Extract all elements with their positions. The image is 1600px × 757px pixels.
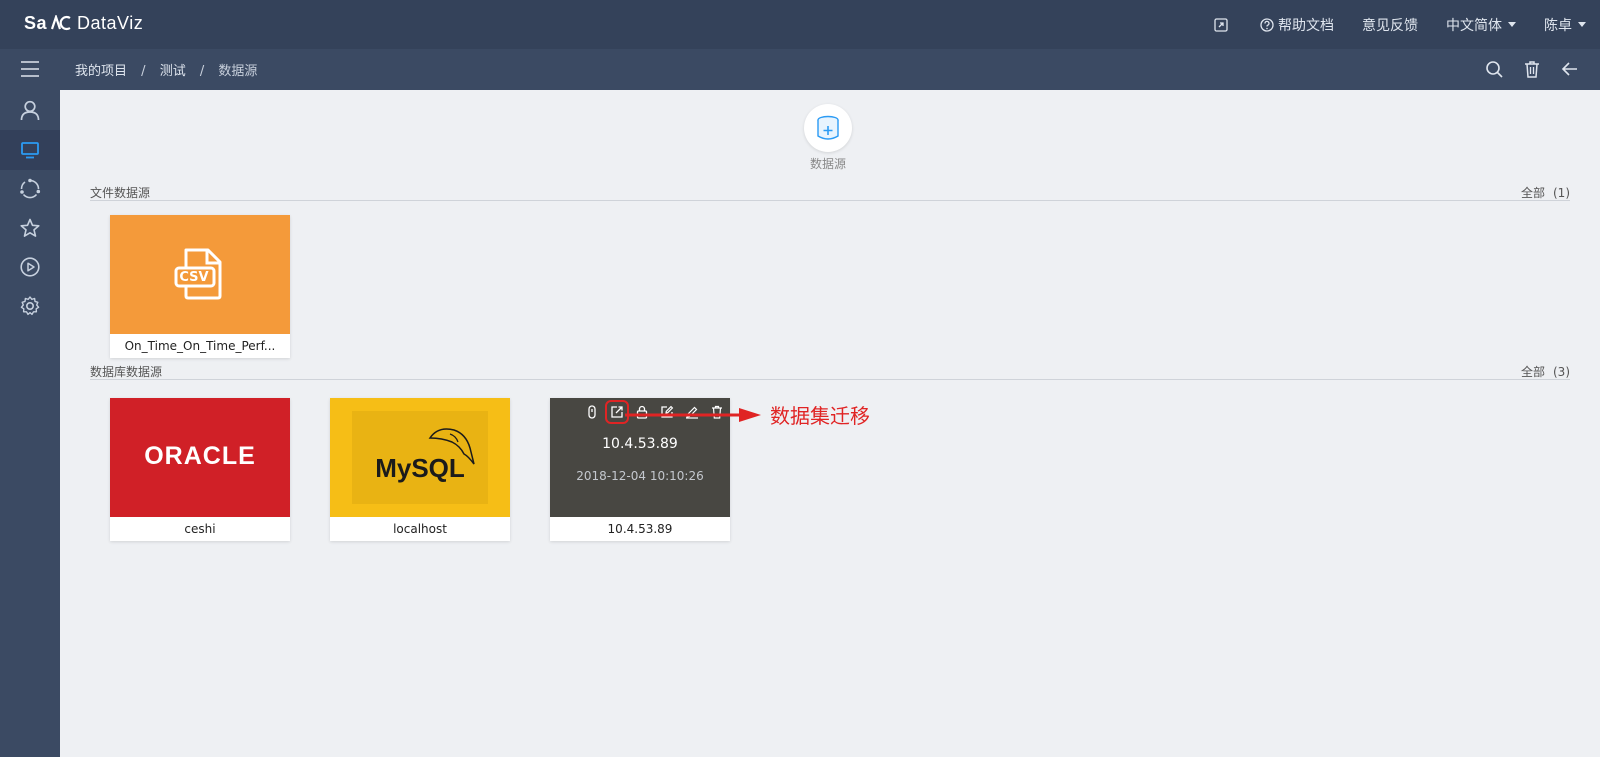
card-name: On_Time_On_Time_Perf... — [124, 339, 276, 353]
show-all-label: 全部 — [1520, 365, 1545, 379]
nav-item-favorites[interactable] — [0, 208, 60, 248]
card-thumbnail: MySQL — [330, 398, 510, 517]
annotation-arrow — [625, 408, 761, 422]
breadcrumb: 我的项目 / 测试 / 数据源 — [75, 60, 257, 79]
user-menu[interactable]: 陈卓 — [1544, 15, 1586, 35]
fullscreen-button[interactable] — [1214, 17, 1232, 32]
language-label: 中文简体 — [1446, 17, 1502, 34]
usb-icon — [588, 405, 596, 419]
datasource-card-oracle[interactable]: ORACLE ceshi — [110, 398, 290, 541]
logo-mark: Sa — [24, 13, 48, 33]
add-datasource-label: 数据源 — [809, 157, 846, 171]
nav-item-play[interactable] — [0, 247, 60, 287]
feedback-label: 意见反馈 — [1362, 17, 1418, 34]
show-all-file-link[interactable]: 全部 (1) — [1521, 184, 1570, 201]
nav-item-user[interactable] — [0, 90, 60, 130]
chevron-down-icon — [1578, 22, 1586, 27]
card-thumbnail: ORACLE — [110, 398, 290, 517]
help-docs-label: 帮助文档 — [1278, 17, 1334, 34]
add-datasource-button[interactable] — [804, 104, 852, 152]
card-name: 10.4.53.89 — [607, 522, 673, 536]
card-name: localhost — [393, 522, 447, 536]
nav-item-cycle[interactable] — [0, 169, 60, 209]
card-name: ceshi — [184, 522, 216, 536]
file-datasource-section-header: 文件数据源 全部 (1) — [90, 184, 1570, 201]
search-icon[interactable] — [1484, 59, 1504, 79]
sub-bar: 我的项目 / 测试 / 数据源 — [0, 49, 1600, 90]
help-icon — [1260, 17, 1274, 32]
breadcrumb-item-projects[interactable]: 我的项目 — [75, 64, 127, 79]
oracle-logo: ORACLE — [144, 442, 256, 470]
card-overlay-title: 10.4.53.89 — [602, 436, 678, 452]
show-all-db-link[interactable]: 全部 (3) — [1521, 363, 1570, 380]
monitor-icon — [21, 142, 39, 159]
show-all-label: 全部 — [1520, 186, 1545, 200]
nav-item-settings[interactable] — [0, 286, 60, 326]
mysql-logo: MySQL — [375, 453, 465, 483]
cycle-icon — [20, 178, 41, 199]
info-action[interactable] — [584, 404, 600, 420]
top-bar: Sa DataViz 帮助文档 意见反馈 中文简体 陈卓 — [0, 0, 1600, 49]
logo-glyph-icon — [50, 13, 71, 31]
section-title: 数据库数据源 — [90, 365, 163, 379]
datasource-card-mysql[interactable]: MySQL localhost — [330, 398, 510, 541]
expand-icon — [1214, 17, 1228, 32]
datasource-card-csv[interactable]: CSV On_Time_On_Time_Perf... — [110, 215, 290, 358]
share-export-icon — [611, 406, 623, 418]
breadcrumb-separator: / — [199, 64, 205, 79]
breadcrumb-item-datasource: 数据源 — [218, 64, 258, 79]
feedback-link[interactable]: 意见反馈 — [1362, 15, 1418, 35]
card-overlay-date: 2018-12-04 10:10:26 — [576, 469, 704, 483]
breadcrumb-item-test[interactable]: 测试 — [160, 64, 186, 79]
chevron-down-icon — [1508, 22, 1516, 27]
gear-icon — [20, 296, 40, 316]
migrate-action[interactable] — [605, 400, 629, 424]
user-name: 陈卓 — [1544, 17, 1572, 34]
app-logo[interactable]: Sa DataViz — [24, 13, 143, 34]
database-add-icon — [817, 115, 839, 140]
trash-icon[interactable] — [1522, 59, 1542, 79]
back-arrow-icon[interactable] — [1560, 59, 1580, 79]
help-docs-link[interactable]: 帮助文档 — [1260, 15, 1334, 35]
db-datasource-section-header: 数据库数据源 全部 (3) — [90, 363, 1570, 380]
logo-text: DataViz — [77, 13, 144, 33]
count-badge: (1) — [1553, 186, 1570, 200]
play-icon — [20, 257, 40, 277]
card-thumbnail: CSV — [110, 215, 290, 334]
nav-item-datasource[interactable] — [0, 130, 60, 170]
csv-label: CSV — [179, 270, 209, 285]
language-dropdown[interactable]: 中文简体 — [1446, 15, 1516, 35]
user-icon — [20, 100, 40, 121]
section-title: 文件数据源 — [90, 186, 151, 200]
star-icon — [20, 218, 40, 237]
count-badge: (3) — [1553, 365, 1570, 379]
side-nav — [0, 90, 60, 757]
annotation-label: 数据集迁移 — [770, 404, 870, 428]
breadcrumb-separator: / — [141, 64, 146, 79]
menu-icon[interactable] — [20, 59, 40, 79]
